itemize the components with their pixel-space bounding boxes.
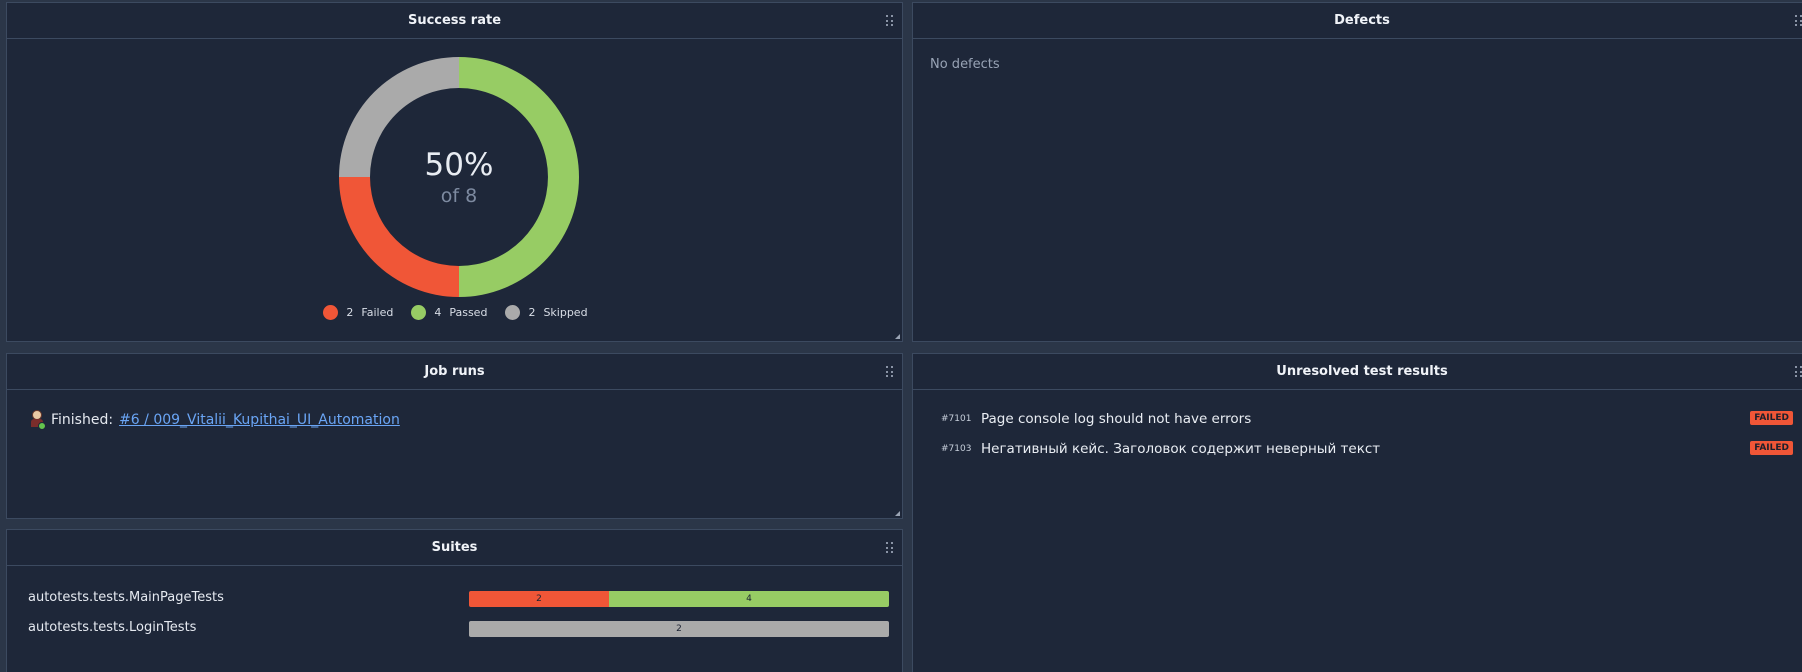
widget-title: Unresolved test results <box>1276 364 1448 379</box>
legend-label: Failed <box>361 306 394 319</box>
success-total: of 8 <box>440 185 478 207</box>
legend-count: 2 <box>528 306 536 319</box>
widget-title: Job runs <box>424 364 485 379</box>
legend-label: Skipped <box>543 306 588 319</box>
success-rate-widget: Success rate 50% of 8 2 Failed 4 Passed <box>6 2 903 342</box>
widget-header: Job runs <box>7 354 902 390</box>
widget-header: Unresolved test results <box>913 354 1802 390</box>
job-runs-widget: Job runs Finished: #6 / 009_Vitalii_Kupi… <box>6 353 903 519</box>
suite-stat-bar: 2 4 <box>469 591 889 607</box>
dashboard: Success rate 50% of 8 2 Failed 4 Passed <box>0 0 1802 672</box>
drag-handle-icon[interactable] <box>886 366 894 378</box>
test-result-row[interactable]: #7101 Page console log should not have e… <box>941 411 1793 431</box>
status-badge: FAILED <box>1750 411 1793 425</box>
suite-row[interactable]: autotests.tests.MainPageTests 2 4 <box>28 590 889 608</box>
donut-center: 50% of 8 <box>337 55 581 299</box>
legend-dot-passed <box>411 305 427 320</box>
suite-segment-skipped: 2 <box>469 621 889 637</box>
suite-stat-bar: 2 <box>469 621 889 637</box>
defects-widget: Defects No defects <box>912 2 1802 342</box>
suite-name[interactable]: autotests.tests.MainPageTests <box>28 590 224 605</box>
widget-header: Suites <box>7 530 902 566</box>
test-name[interactable]: Page console log should not have errors <box>981 411 1251 427</box>
legend-dot-failed <box>323 305 339 320</box>
legend-count: 2 <box>346 306 354 319</box>
legend-label: Passed <box>449 306 488 319</box>
drag-handle-icon[interactable] <box>1795 15 1802 27</box>
job-run-item: Finished: #6 / 009_Vitalii_Kupithai_UI_A… <box>29 410 400 430</box>
test-id: #7101 <box>941 414 972 424</box>
widget-title: Success rate <box>407 13 502 28</box>
drag-handle-icon[interactable] <box>1795 366 1802 378</box>
jenkins-avatar-icon <box>29 410 46 430</box>
legend-item-skipped[interactable]: 2 Skipped <box>505 305 588 320</box>
status-badge: FAILED <box>1750 441 1793 455</box>
widget-title: Defects <box>1334 13 1390 28</box>
suite-row[interactable]: autotests.tests.LoginTests 2 <box>28 620 889 638</box>
test-id: #7103 <box>941 444 972 454</box>
job-status-text: Finished: <box>51 412 114 428</box>
unresolved-results-widget: Unresolved test results #7101 Page conso… <box>912 353 1802 672</box>
suite-segment-failed: 2 <box>469 591 609 607</box>
test-result-row[interactable]: #7103 Негативный кейс. Заголовок содержи… <box>941 441 1793 461</box>
success-percent: 50% <box>424 147 494 183</box>
widget-title: Suites <box>431 540 478 555</box>
drag-handle-icon[interactable] <box>886 15 894 27</box>
resize-handle-icon[interactable] <box>895 334 900 339</box>
widget-header: Defects <box>913 3 1802 39</box>
resize-handle-icon[interactable] <box>895 511 900 516</box>
suites-widget: Suites autotests.tests.MainPageTests 2 4… <box>6 529 903 672</box>
drag-handle-icon[interactable] <box>886 542 894 554</box>
suite-name[interactable]: autotests.tests.LoginTests <box>28 620 196 635</box>
legend-item-passed[interactable]: 4 Passed <box>411 305 487 320</box>
job-run-link[interactable]: #6 / 009_Vitalii_Kupithai_UI_Automation <box>119 412 400 428</box>
suite-segment-passed: 4 <box>609 591 889 607</box>
legend-item-failed[interactable]: 2 Failed <box>323 305 393 320</box>
no-defects-text: No defects <box>930 57 1000 72</box>
legend-dot-skipped <box>505 305 521 320</box>
test-name[interactable]: Негативный кейс. Заголовок содержит неве… <box>981 441 1380 457</box>
success-donut-chart: 50% of 8 <box>337 55 581 299</box>
chart-legend: 2 Failed 4 Passed 2 Skipped <box>7 305 904 320</box>
widget-header: Success rate <box>7 3 902 39</box>
legend-count: 4 <box>434 306 442 319</box>
